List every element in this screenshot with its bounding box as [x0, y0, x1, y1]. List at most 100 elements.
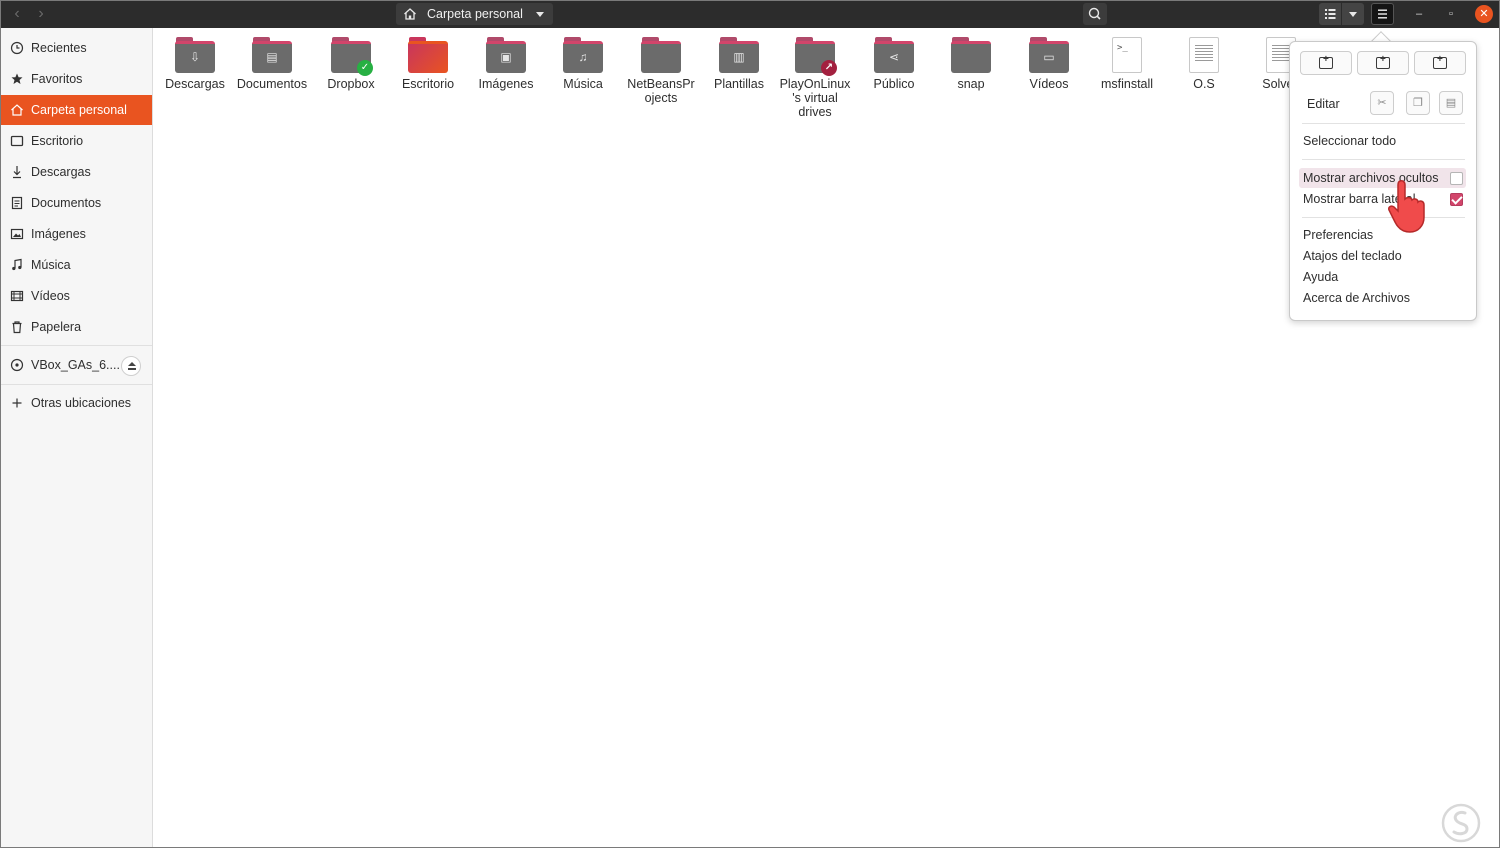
sidebar-item-label: Recientes [31, 41, 87, 55]
file-item-dropbox[interactable]: ✓ Dropbox [315, 37, 387, 91]
show-hidden-files-checkbox[interactable] [1450, 172, 1463, 185]
new-window-icon [1319, 54, 1333, 69]
folder-documents-icon: ▤ [252, 37, 292, 73]
script-file-icon: >_ [1107, 37, 1147, 73]
sidebar-item-label: Vídeos [31, 289, 70, 303]
file-item-os[interactable]: O.S [1168, 37, 1240, 91]
sidebar-item-label: Imágenes [31, 227, 86, 241]
file-name: Dropbox [327, 77, 375, 91]
folder-music-icon: ♫ [563, 37, 603, 73]
folder-templates-icon: ▥ [719, 37, 759, 73]
sidebar-item-label: Descargas [31, 165, 91, 179]
file-item-playonlinux[interactable]: ↗ PlayOnLinux's virtual drives [779, 37, 851, 119]
folder-videos-icon: ▭ [1029, 37, 1069, 73]
sidebar-item-imagenes[interactable]: Imágenes [1, 219, 152, 249]
file-name: PlayOnLinux's virtual drives [779, 77, 851, 119]
file-name: Documentos [236, 77, 308, 91]
desktop-icon [10, 135, 24, 147]
file-item-videos[interactable]: ▭ Vídeos [1013, 37, 1085, 91]
minimize-button[interactable]: – [1410, 5, 1428, 23]
maximize-button[interactable]: ▫ [1442, 5, 1460, 23]
folder-pictures-icon: ▣ [486, 37, 526, 73]
sidebar-item-favoritos[interactable]: Favoritos [1, 64, 152, 94]
new-window-button[interactable] [1300, 51, 1352, 75]
list-view-button[interactable] [1319, 3, 1341, 25]
new-tab-icon [1376, 54, 1390, 69]
home-icon [11, 104, 23, 116]
file-item-snap[interactable]: snap [935, 37, 1007, 91]
sidebar-divider [1, 345, 152, 346]
file-item-imagenes[interactable]: ▣ Imágenes [470, 37, 542, 91]
search-button[interactable] [1083, 3, 1107, 25]
file-item-msfinstall[interactable]: >_ msfinstall [1091, 37, 1163, 91]
sidebar: Recientes Favoritos Carpeta personal Esc… [1, 28, 153, 847]
sidebar-item-videos[interactable]: Vídeos [1, 281, 152, 311]
sidebar-item-musica[interactable]: Música [1, 250, 152, 280]
sidebar-item-documentos[interactable]: Documentos [1, 188, 152, 218]
video-icon [10, 290, 24, 302]
menu-divider [1302, 159, 1465, 160]
back-button[interactable]: ‹ [7, 5, 27, 23]
new-folder-icon [1433, 54, 1447, 69]
file-item-plantillas[interactable]: ▥ Plantillas [703, 37, 775, 91]
sidebar-item-label: Otras ubicaciones [31, 396, 132, 410]
app-menu-popover: Editar ✂ ❐ ▤ Seleccionar todo Mostrar ar… [1289, 41, 1477, 321]
file-item-escritorio[interactable]: Escritorio [392, 37, 464, 91]
close-button[interactable]: ✕ [1475, 5, 1493, 23]
star-icon [11, 73, 23, 84]
new-folder-button[interactable] [1414, 51, 1466, 75]
file-name: Imágenes [478, 77, 534, 91]
hamburger-menu-button[interactable] [1371, 3, 1394, 25]
sidebar-item-label: Escritorio [31, 134, 84, 148]
sidebar-item-carpeta-personal[interactable]: Carpeta personal [1, 95, 152, 125]
forward-button[interactable]: › [31, 5, 51, 23]
synced-check-icon: ✓ [357, 60, 373, 76]
sidebar-item-device[interactable]: VBox_GAs_6.... [1, 350, 152, 380]
file-item-musica[interactable]: ♫ Música [547, 37, 619, 91]
file-item-netbeansprojects[interactable]: NetBeansProjects [625, 37, 697, 105]
select-all-item[interactable]: Seleccionar todo [1303, 134, 1396, 148]
show-sidebar-checkbox[interactable] [1450, 193, 1463, 206]
file-item-descargas[interactable]: ⇩ Descargas [159, 37, 231, 91]
folder-dropbox-icon: ✓ [331, 37, 373, 76]
location-pathbar[interactable]: Carpeta personal [396, 3, 553, 25]
trash-icon [12, 321, 22, 334]
folder-desktop-icon [408, 37, 448, 73]
chevron-down-icon[interactable] [536, 12, 544, 17]
logo-icon [1441, 803, 1481, 843]
pointer-hand-icon [1388, 180, 1425, 233]
file-name: Música [563, 77, 603, 91]
file-name: Escritorio [401, 77, 455, 91]
copy-button[interactable]: ❐ [1406, 91, 1430, 115]
sidebar-item-otras-ubicaciones[interactable]: Otras ubicaciones [1, 388, 152, 418]
file-name: NetBeansProjects [627, 77, 695, 105]
file-name: msfinstall [1100, 77, 1154, 91]
download-icon [13, 166, 21, 179]
help-item[interactable]: Ayuda [1303, 270, 1338, 284]
keyboard-shortcuts-item[interactable]: Atajos del teclado [1303, 249, 1402, 263]
preferences-item[interactable]: Preferencias [1303, 228, 1373, 242]
paste-icon: ▤ [1445, 97, 1457, 109]
sidebar-item-recientes[interactable]: Recientes [1, 33, 152, 63]
edit-label: Editar [1307, 97, 1340, 111]
search-icon [1088, 7, 1101, 20]
file-name: Vídeos [1029, 77, 1069, 91]
menu-divider [1302, 123, 1465, 124]
eject-icon[interactable] [121, 356, 141, 376]
view-options-button[interactable] [1342, 3, 1364, 25]
sidebar-divider [1, 384, 152, 385]
sidebar-item-papelera[interactable]: Papelera [1, 312, 152, 342]
paste-button[interactable]: ▤ [1439, 91, 1463, 115]
menu-divider [1302, 217, 1465, 218]
new-tab-button[interactable] [1357, 51, 1409, 75]
file-name: Público [873, 77, 915, 91]
folder-icon [641, 37, 681, 73]
sidebar-item-escritorio[interactable]: Escritorio [1, 126, 152, 156]
file-item-documentos[interactable]: ▤ Documentos [236, 37, 308, 91]
about-item[interactable]: Acerca de Archivos [1303, 291, 1410, 305]
file-item-publico[interactable]: ⋖ Público [858, 37, 930, 91]
home-icon [404, 8, 416, 20]
sidebar-item-descargas[interactable]: Descargas [1, 157, 152, 187]
cut-button[interactable]: ✂ [1370, 91, 1394, 115]
header-bar: ‹ › Carpeta personal – ▫ ✕ [1, 1, 1499, 28]
